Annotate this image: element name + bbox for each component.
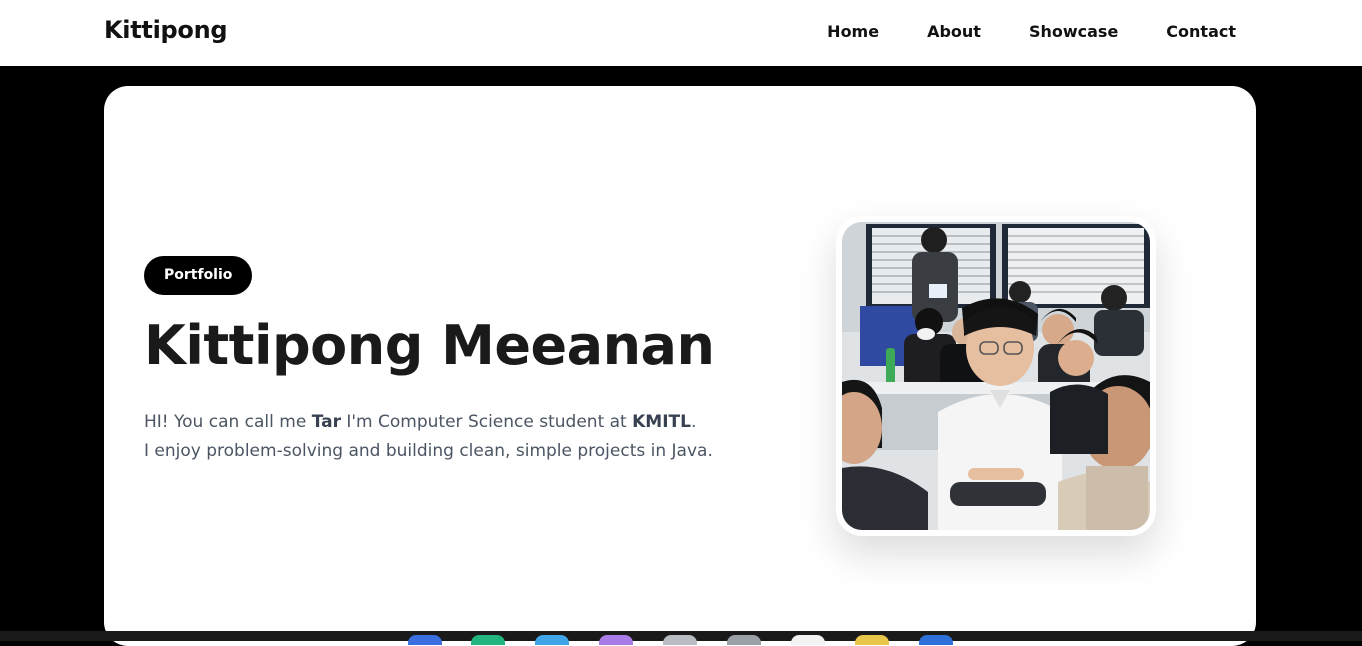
intro-suffix: . bbox=[690, 412, 697, 432]
hero-title: Kittipong Meeanan bbox=[144, 314, 715, 377]
intro-prefix: HI! You can call me bbox=[144, 412, 312, 432]
portfolio-badge: Portfolio bbox=[144, 256, 253, 295]
dock-icon[interactable] bbox=[663, 635, 697, 645]
nav-links: Home About Showcase Contact bbox=[827, 22, 1236, 41]
nav-link-home[interactable]: Home bbox=[827, 22, 879, 41]
nav-link-showcase[interactable]: Showcase bbox=[1029, 22, 1118, 41]
dock-icon[interactable] bbox=[855, 635, 889, 645]
hero-intro-line-2: I enjoy problem-solving and building cle… bbox=[144, 441, 713, 461]
intro-middle: I'm Computer Science student at bbox=[340, 412, 633, 432]
hero-card: Portfolio Kittipong Meeanan HI! You can … bbox=[104, 86, 1256, 646]
school-name: KMITL bbox=[632, 412, 691, 432]
nav-link-about[interactable]: About bbox=[927, 22, 981, 41]
hero-intro: HI! You can call me Tar I'm Computer Sci… bbox=[144, 408, 713, 466]
nav-link-contact[interactable]: Contact bbox=[1166, 22, 1236, 41]
dock-icon[interactable] bbox=[599, 635, 633, 645]
profile-photo-frame bbox=[836, 216, 1156, 536]
dock-icon[interactable] bbox=[471, 635, 505, 645]
dock-icon[interactable] bbox=[535, 635, 569, 645]
dock-icon[interactable] bbox=[919, 635, 953, 645]
dock-icon[interactable] bbox=[791, 635, 825, 645]
top-navbar: Kittipong Home About Showcase Contact bbox=[0, 0, 1362, 66]
nickname: Tar bbox=[311, 412, 341, 432]
site-brand[interactable]: Kittipong bbox=[104, 16, 228, 44]
hero-intro-line-1: HI! You can call me Tar I'm Computer Sci… bbox=[144, 408, 713, 437]
profile-photo bbox=[842, 222, 1150, 530]
dock-icon[interactable] bbox=[727, 635, 761, 645]
dock-icon[interactable] bbox=[408, 635, 442, 645]
